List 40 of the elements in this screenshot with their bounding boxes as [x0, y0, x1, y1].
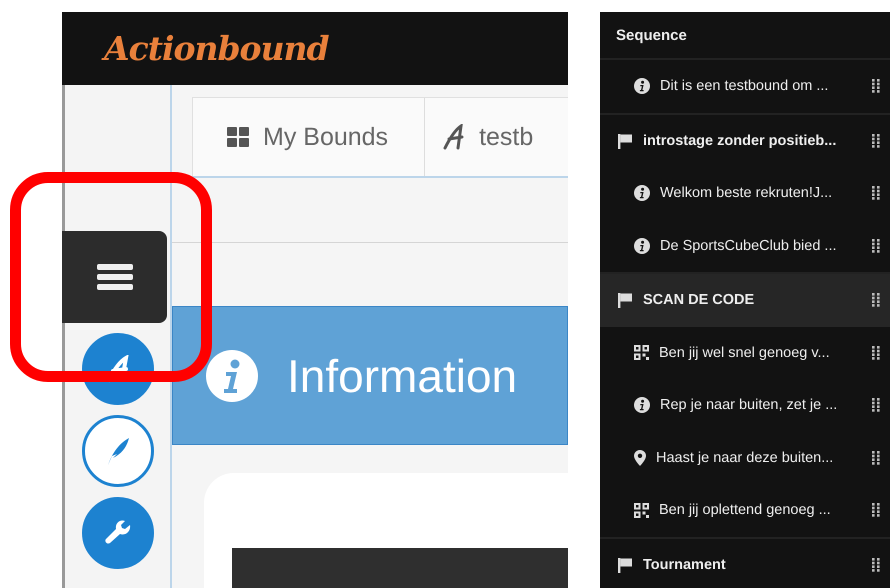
- drag-handle-icon[interactable]: [872, 79, 880, 94]
- element-row[interactable]: Ben jij oplettend genoeg ...: [600, 484, 890, 536]
- qr-code-icon: [634, 345, 649, 360]
- panel-title: Sequence: [600, 12, 890, 60]
- element-row[interactable]: Haast je naar deze buiten...: [600, 432, 890, 484]
- element-row[interactable]: Dit is een testbound om ...: [600, 60, 890, 112]
- section-title: Information: [287, 348, 518, 402]
- info-icon: [205, 348, 259, 402]
- breadcrumb-link[interactable]: testb: [443, 122, 534, 152]
- info-icon: [634, 397, 650, 414]
- info-icon: [634, 78, 650, 94]
- drag-handle-icon[interactable]: [872, 186, 880, 200]
- map-pin-icon: [634, 450, 646, 466]
- drag-handle-icon[interactable]: [872, 134, 880, 148]
- app-logo: Actionbound: [104, 29, 329, 68]
- info-icon: [634, 185, 650, 202]
- grid-icon: [227, 127, 249, 147]
- flag-icon: [617, 556, 633, 573]
- stage-row[interactable]: introstage zonder positieb...: [600, 112, 890, 167]
- breadcrumb-link[interactable]: My Bounds: [227, 122, 388, 152]
- drag-handle-icon[interactable]: [872, 293, 880, 308]
- info-icon: [634, 238, 650, 254]
- drag-handle-icon[interactable]: [872, 398, 880, 412]
- drag-handle-icon[interactable]: [872, 238, 880, 253]
- element-row[interactable]: De SportsCubeClub bied ...: [600, 220, 890, 272]
- stage-row[interactable]: SCAN DE CODE: [600, 272, 890, 326]
- script-a-icon: [443, 124, 466, 150]
- drag-handle-icon[interactable]: [872, 346, 880, 360]
- menu-icon: [96, 263, 132, 291]
- element-row[interactable]: Rep je naar buiten, zet je ...: [600, 379, 890, 432]
- qr-code-icon: [634, 502, 649, 518]
- element-row[interactable]: Ben jij wel snel genoeg v...: [600, 326, 890, 379]
- drag-handle-icon[interactable]: [872, 450, 880, 465]
- flag-icon: [617, 292, 633, 308]
- drag-handle-icon[interactable]: [872, 503, 880, 518]
- flag-icon: [617, 132, 633, 149]
- menu-button[interactable]: [62, 231, 167, 323]
- stage-row[interactable]: Tournament: [600, 536, 890, 588]
- drag-handle-icon[interactable]: [872, 558, 880, 572]
- element-row[interactable]: Welkom beste rekruten!J...: [600, 167, 890, 220]
